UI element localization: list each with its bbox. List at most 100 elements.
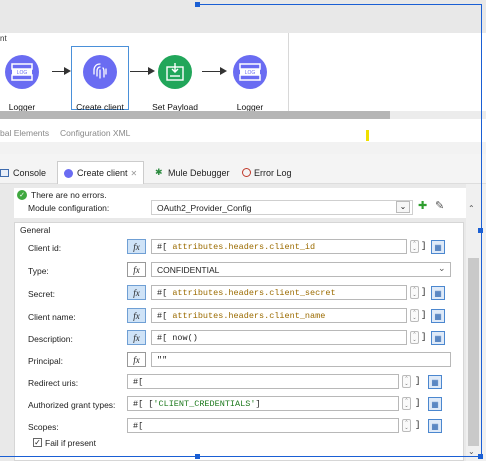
fx-toggle-description[interactable]: fx: [127, 330, 146, 345]
flow-arrow-head: [220, 67, 227, 75]
description-value: #[ now(): [157, 332, 198, 343]
console-icon: [0, 168, 9, 177]
resize-handle[interactable]: [478, 454, 483, 459]
tab-configuration-xml[interactable]: Configuration XML: [60, 128, 130, 138]
expr-value: attributes.headers.client_secret: [172, 287, 336, 298]
expr-suffix: ]: [421, 287, 427, 297]
view-tabs-bar: Console Create client ✕ ✱ Mule Debugger …: [0, 154, 486, 184]
canvas-horizontal-scrollbar-track[interactable]: [390, 111, 486, 119]
grant-types-field[interactable]: #[ ['CLIENT_CREDENTIALS']: [127, 396, 399, 411]
resize-handle[interactable]: [195, 2, 200, 7]
logger-node-1[interactable]: LOG Logger: [0, 50, 52, 112]
tab-console-label: Console: [13, 167, 47, 178]
principal-label: Principal:: [28, 356, 63, 366]
editor-tabs: bal Elements Configuration XML: [0, 124, 486, 142]
expr-suffix: ]: [415, 376, 421, 386]
fail-if-present-checkbox[interactable]: ✓: [33, 438, 42, 447]
log-icon: LOG: [233, 55, 267, 89]
expr-value: 'CLIENT_CREDENTIALS': [153, 398, 256, 409]
logger-node-2[interactable]: LOG Logger: [220, 50, 280, 112]
close-icon[interactable]: ✕: [131, 169, 138, 178]
fx-toggle-secret[interactable]: fx: [127, 285, 146, 300]
resize-handle[interactable]: [478, 228, 483, 233]
spinner-icon[interactable]: ⌃ ⌄: [410, 309, 419, 322]
scroll-up-icon[interactable]: ⌃: [468, 204, 475, 213]
create-client-node[interactable]: Create client: [70, 50, 130, 112]
status-message: There are no errors.: [31, 190, 107, 200]
secret-field[interactable]: #[ attributes.headers.client_secret: [151, 285, 407, 300]
fingerprint-icon: [64, 168, 73, 178]
tab-global-elements[interactable]: bal Elements: [0, 128, 49, 138]
canvas-divider: [288, 33, 289, 119]
client-name-field[interactable]: #[ attributes.headers.client_name: [151, 308, 407, 323]
tab-console[interactable]: Console: [0, 161, 46, 184]
grant-types-label: Authorized grant types:: [28, 400, 116, 410]
flow-arrow: [202, 71, 222, 72]
spinner-icon[interactable]: ⌃ ⌄: [410, 286, 419, 299]
map-icon[interactable]: ▦: [428, 419, 442, 433]
map-icon[interactable]: ▦: [431, 240, 445, 254]
expr-suffix: ]: [421, 310, 427, 320]
fail-if-present-label: Fail if present: [45, 438, 97, 448]
flow-arrow: [130, 71, 150, 72]
principal-field[interactable]: "": [151, 352, 451, 367]
expr-prefix: #[: [157, 241, 173, 252]
scopes-value: #[: [133, 420, 144, 431]
module-config-select[interactable]: OAuth2_Provider_Config: [151, 200, 413, 215]
chevron-down-icon[interactable]: ⌄: [438, 263, 446, 274]
spinner-icon[interactable]: ⌃ ⌄: [402, 419, 411, 432]
chevron-down-icon[interactable]: ⌄: [396, 201, 410, 213]
type-label: Type:: [28, 266, 49, 276]
set-payload-node[interactable]: Set Payload: [145, 50, 205, 112]
spinner-icon[interactable]: ⌃ ⌄: [410, 240, 419, 253]
map-icon[interactable]: ▦: [431, 331, 445, 345]
description-field[interactable]: #[ now(): [151, 330, 407, 345]
expr-close: ]: [255, 398, 261, 409]
type-select[interactable]: CONFIDENTIAL: [151, 262, 451, 277]
fx-toggle-client-id[interactable]: fx: [127, 239, 146, 254]
map-icon[interactable]: ▦: [431, 286, 445, 300]
map-icon[interactable]: ▦: [428, 397, 442, 411]
tab-error-log[interactable]: Error Log: [242, 161, 292, 184]
expr-value: attributes.headers.client_name: [172, 310, 326, 321]
flow-name: nt: [0, 34, 7, 43]
scopes-label: Scopes:: [28, 422, 59, 432]
canvas-horizontal-scrollbar-thumb[interactable]: [0, 111, 390, 119]
spinner-icon[interactable]: ⌃ ⌄: [402, 375, 411, 388]
expr-suffix: ]: [421, 332, 427, 342]
flow-arrow-head: [64, 67, 71, 75]
fx-toggle-type[interactable]: fx: [127, 262, 146, 277]
redirect-uris-value: #[: [133, 376, 144, 387]
fx-toggle-principal[interactable]: fx: [127, 352, 146, 367]
spinner-icon[interactable]: ⌃ ⌄: [410, 331, 419, 344]
bug-icon: ✱: [155, 167, 163, 177]
redirect-uris-field[interactable]: #[: [127, 374, 399, 389]
client-id-label: Client id:: [28, 243, 62, 253]
spinner-icon[interactable]: ⌃ ⌄: [402, 397, 411, 410]
client-id-field[interactable]: #[ attributes.headers.client_id: [151, 239, 407, 254]
expr-prefix: #[ [: [133, 398, 154, 409]
expr-suffix: ]: [415, 420, 421, 430]
scrollbar-thumb[interactable]: [468, 258, 479, 446]
selection-border: [197, 4, 481, 5]
map-icon[interactable]: ▦: [428, 375, 442, 389]
client-name-label: Client name:: [28, 312, 76, 322]
tab-mule-debugger-label: Mule Debugger: [168, 167, 230, 178]
expr-suffix: ]: [421, 241, 427, 251]
module-config-value: OAuth2_Provider_Config: [157, 202, 252, 213]
fx-toggle-client-name[interactable]: fx: [127, 308, 146, 323]
scroll-down-icon[interactable]: ⌄: [468, 447, 475, 456]
expr-prefix: #[: [157, 287, 173, 298]
principal-value: "": [157, 354, 168, 365]
set-payload-icon: [158, 55, 192, 89]
resize-handle[interactable]: [195, 454, 200, 459]
type-value: CONFIDENTIAL: [157, 264, 220, 275]
flow-arrow-head: [148, 67, 155, 75]
scopes-field[interactable]: #[: [127, 418, 399, 433]
error-log-icon: [242, 168, 251, 177]
tab-create-client[interactable]: Create client ✕: [57, 161, 145, 184]
tab-mule-debugger[interactable]: ✱ Mule Debugger: [155, 161, 230, 184]
map-icon[interactable]: ▦: [431, 309, 445, 323]
edit-config-icon[interactable]: ✎: [435, 199, 444, 212]
add-config-icon[interactable]: ✚: [418, 199, 427, 212]
